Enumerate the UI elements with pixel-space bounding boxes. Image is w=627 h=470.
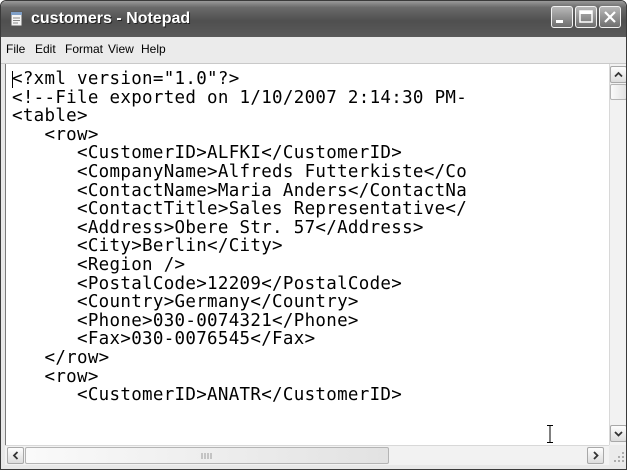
scroll-up-button[interactable] — [610, 66, 626, 83]
notepad-window: customers - Notepad File Edit Format Vie… — [0, 0, 627, 470]
editor-lines: <?xml version="1.0"?> <!--File exported … — [12, 70, 467, 405]
editor-line: <Country>Germany</Country> — [12, 292, 359, 313]
resize-grip-icon — [614, 452, 624, 462]
notepad-icon — [10, 11, 23, 27]
menu-view[interactable]: View — [108, 41, 134, 57]
text-editor[interactable]: <?xml version="1.0"?> <!--File exported … — [5, 64, 610, 445]
editor-line: <row> — [12, 366, 99, 387]
horizontal-scroll-thumb[interactable] — [25, 447, 389, 464]
editor-line: <Fax>030-0076545</Fax> — [12, 329, 316, 350]
minimize-icon — [556, 20, 563, 23]
editor-line: <Address>Obere Str. 57</Address> — [12, 217, 424, 238]
menu-help[interactable]: Help — [141, 41, 166, 57]
chevron-up-icon — [614, 71, 623, 78]
editor-line: <City>Berlin</City> — [12, 236, 283, 257]
editor-line: <ContactTitle>Sales Representative</ — [12, 199, 468, 220]
editor-line: <ContactName>Maria Anders</ContactNa — [12, 180, 468, 201]
editor-line: <CustomerID>ANATR</CustomerID> — [12, 385, 403, 406]
window-title: customers - Notepad — [31, 10, 191, 27]
maximize-button[interactable] — [575, 6, 597, 28]
editor-line: <CompanyName>Alfreds Futterkiste</Co — [12, 161, 468, 182]
editor-line: <row> — [12, 124, 99, 145]
close-icon — [604, 11, 616, 23]
editor-line: <table> — [12, 106, 88, 127]
menu-edit[interactable]: Edit — [35, 41, 56, 57]
scroll-down-button[interactable] — [610, 425, 626, 442]
text-caret — [12, 71, 13, 88]
resize-grip[interactable] — [609, 445, 626, 465]
editor-line: <?xml version="1.0"?> — [12, 69, 240, 89]
horizontal-scrollbar[interactable] — [5, 445, 609, 465]
scroll-left-button[interactable] — [7, 447, 24, 464]
editor-line: <PostalCode>12209</PostalCode> — [12, 273, 403, 294]
menu-file[interactable]: File — [6, 41, 25, 57]
maximize-icon — [579, 10, 593, 23]
minimize-button[interactable] — [551, 6, 573, 28]
menu-bar: File Edit Format View Help — [1, 37, 626, 64]
editor-line: <CustomerID>ALFKI</CustomerID> — [12, 143, 403, 164]
editor-line: <Phone>030-0074321</Phone> — [12, 310, 359, 331]
editor-line: <!--File exported on 1/10/2007 2:14:30 P… — [12, 87, 468, 108]
scroll-right-button[interactable] — [587, 447, 604, 464]
editor-line: </row> — [12, 347, 110, 368]
menu-format[interactable]: Format — [65, 41, 103, 57]
grip-icon — [201, 453, 212, 459]
chevron-left-icon — [12, 451, 19, 460]
vertical-scrollbar[interactable] — [609, 64, 626, 445]
title-bar[interactable]: customers - Notepad — [1, 1, 626, 37]
text-cursor-icon — [547, 425, 553, 443]
chevron-right-icon — [593, 451, 599, 460]
close-button[interactable] — [599, 6, 621, 28]
editor-line: <Region /> — [12, 254, 186, 275]
vertical-scroll-thumb[interactable] — [610, 84, 626, 100]
chevron-down-icon — [614, 431, 623, 437]
